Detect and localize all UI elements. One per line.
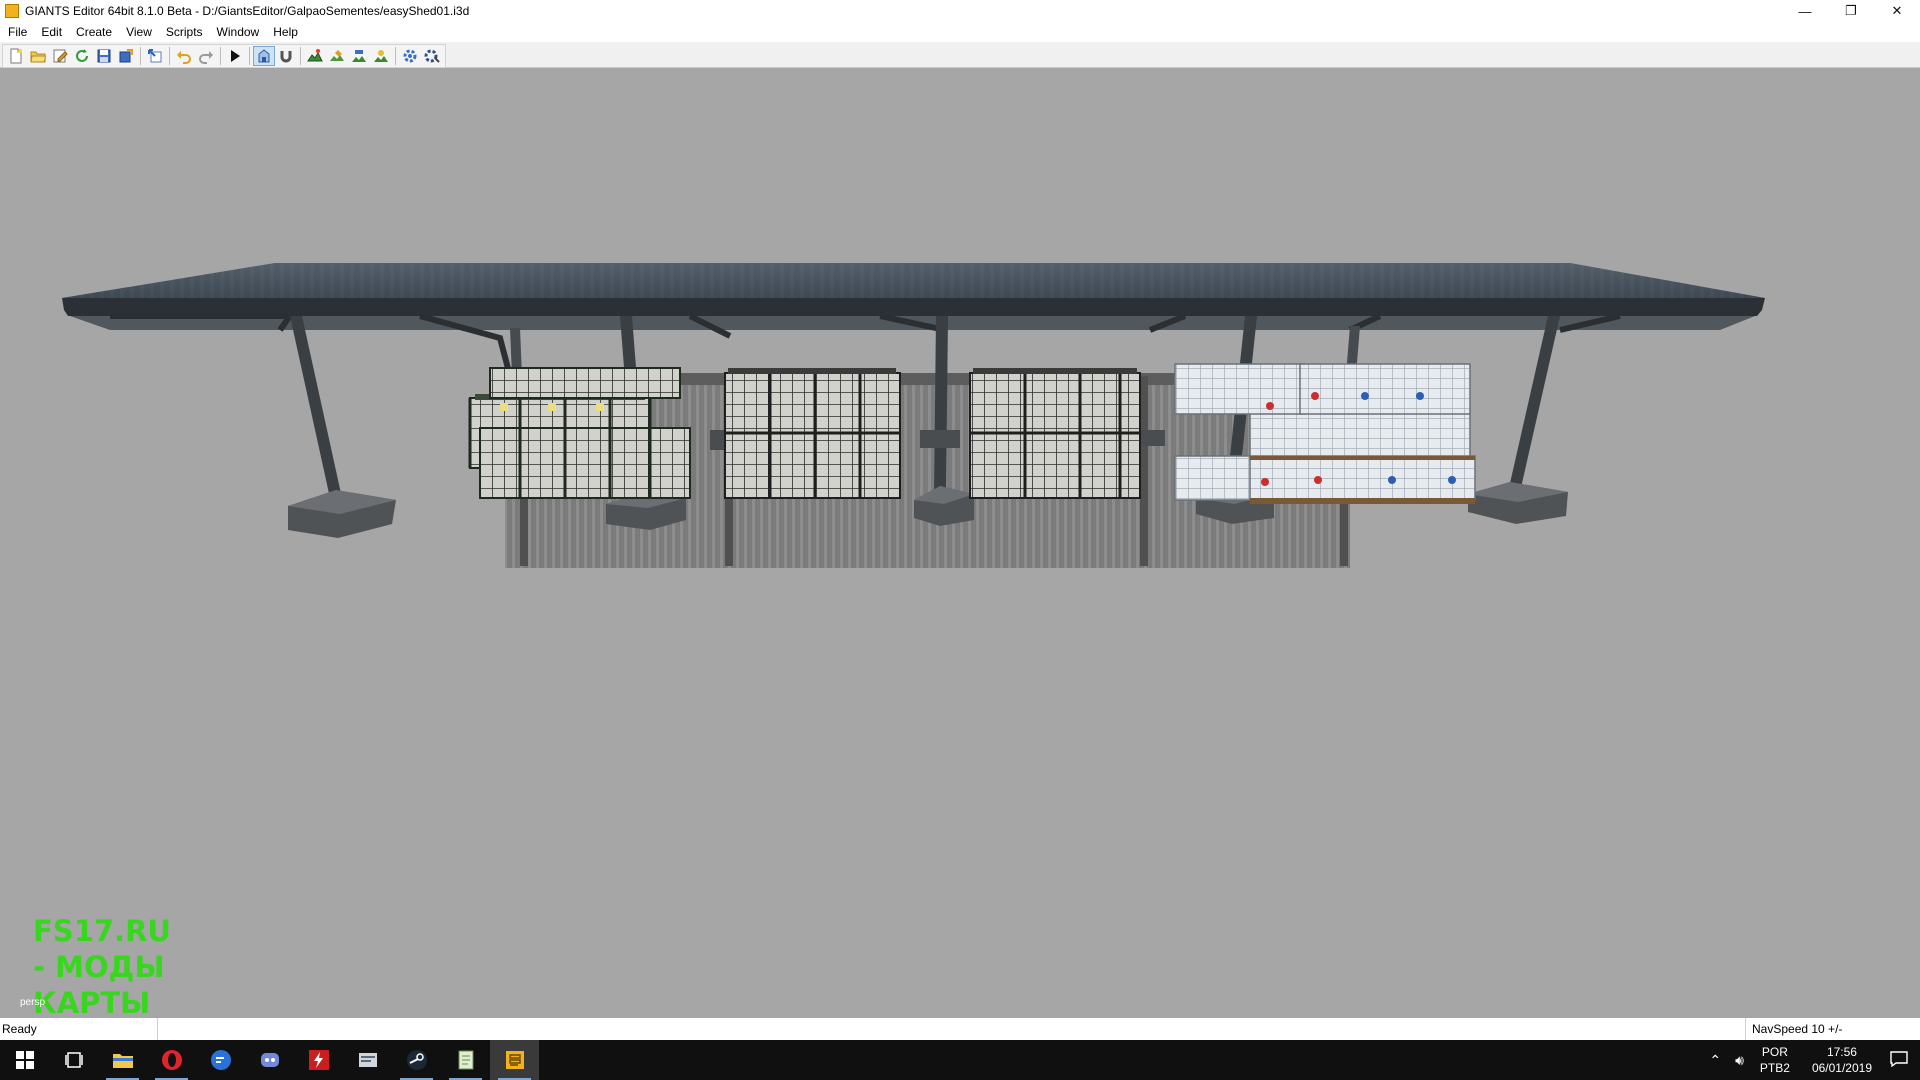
restore-button[interactable]: ❐ <box>1828 0 1874 22</box>
flash-icon[interactable] <box>294 1040 343 1080</box>
menu-scripts[interactable]: Scripts <box>159 22 210 42</box>
clock-date: 06/01/2019 <box>1811 1061 1872 1075</box>
toolbar <box>0 42 1920 68</box>
foliage-icon[interactable] <box>348 46 370 66</box>
giants-app-icon <box>5 4 19 18</box>
3d-viewport[interactable]: FS17.RU - МОДЫ КАРТЫ persp <box>0 68 1920 1018</box>
window-controls: — ❐ ✕ <box>1782 0 1920 22</box>
notepad-icon[interactable] <box>441 1040 490 1080</box>
watermark-line-2: - МОДЫ <box>33 950 165 984</box>
toolbar-separator <box>300 47 301 65</box>
refresh-icon[interactable] <box>71 46 93 66</box>
watermark-line-1: FS17.RU <box>33 914 171 948</box>
system-tray: ⌃ 🔊︎ POR PTB2 17:56 06/01/2019 <box>1701 1040 1920 1080</box>
save-icon[interactable] <box>93 46 115 66</box>
magnet-icon[interactable] <box>275 46 297 66</box>
language-code: POR <box>1761 1045 1788 1059</box>
clock[interactable]: 17:56 06/01/2019 <box>1812 1044 1872 1076</box>
placement-icon[interactable] <box>370 46 392 66</box>
menu-file[interactable]: File <box>0 22 34 42</box>
steam-icon[interactable] <box>392 1040 441 1080</box>
menu-window[interactable]: Window <box>210 22 267 42</box>
new-icon[interactable] <box>5 46 27 66</box>
settings-icon[interactable] <box>399 46 421 66</box>
file-explorer-icon[interactable] <box>98 1040 147 1080</box>
redo-icon[interactable] <box>195 46 217 66</box>
shed-scene <box>62 263 1765 568</box>
toolbar-separator <box>395 47 396 65</box>
toolbar-separator <box>220 47 221 65</box>
menu-create[interactable]: Create <box>69 22 119 42</box>
window-title: GIANTS Editor 64bit 8.1.0 Beta - D:/Gian… <box>25 4 470 18</box>
import-icon[interactable] <box>144 46 166 66</box>
play-icon[interactable] <box>224 46 246 66</box>
camera-label: persp <box>20 997 46 1008</box>
messenger-icon[interactable] <box>196 1040 245 1080</box>
plugin-icon[interactable] <box>421 46 443 66</box>
watermark-line-3: КАРТЫ <box>33 986 151 1018</box>
nav-speed-indicator: NavSpeed 10 +/- <box>1745 1018 1920 1040</box>
close-button[interactable]: ✕ <box>1874 0 1920 22</box>
giants-editor-icon[interactable] <box>490 1040 539 1080</box>
task-view-icon[interactable] <box>49 1040 98 1080</box>
discord-icon[interactable] <box>245 1040 294 1080</box>
edit-icon[interactable] <box>49 46 71 66</box>
open-icon[interactable] <box>27 46 49 66</box>
roof <box>62 263 1765 377</box>
paint-icon[interactable] <box>326 46 348 66</box>
volume-icon[interactable]: 🔊︎ <box>1735 1052 1744 1069</box>
status-text: Ready <box>0 1018 158 1040</box>
select-icon[interactable] <box>253 46 275 66</box>
opera-icon[interactable] <box>147 1040 196 1080</box>
seed-crates-group-1 <box>468 367 691 499</box>
toolbar-group <box>2 44 446 68</box>
terrain-icon[interactable] <box>304 46 326 66</box>
chevron-up-icon[interactable]: ⌃ <box>1709 1052 1721 1069</box>
toolbar-separator <box>249 47 250 65</box>
giants-scripts-icon[interactable] <box>343 1040 392 1080</box>
toolbar-separator <box>140 47 141 65</box>
status-bar: Ready NavSpeed 10 +/- <box>0 1018 1920 1040</box>
windows-taskbar: ⌃ 🔊︎ POR PTB2 17:56 06/01/2019 <box>0 1040 1920 1080</box>
start-icon[interactable] <box>0 1040 49 1080</box>
notification-icon[interactable] <box>1890 1050 1908 1070</box>
toolbar-separator <box>169 47 170 65</box>
menu-edit[interactable]: Edit <box>34 22 69 42</box>
title-bar: GIANTS Editor 64bit 8.1.0 Beta - D:/Gian… <box>0 0 1920 22</box>
watermark-text: FS17.RU - МОДЫ КАРТЫ <box>33 913 171 1018</box>
seed-crates-group-3 <box>969 368 1141 499</box>
menu-view[interactable]: View <box>119 22 159 42</box>
clock-time: 17:56 <box>1826 1045 1857 1059</box>
input-language[interactable]: POR PTB2 <box>1760 1044 1790 1076</box>
export-icon[interactable] <box>115 46 137 66</box>
menu-bar: File Edit Create View Scripts Window Hel… <box>0 22 1920 42</box>
seed-crates-group-2 <box>724 368 901 499</box>
undo-icon[interactable] <box>173 46 195 66</box>
keyboard-layout: PTB2 <box>1759 1061 1790 1075</box>
menu-help[interactable]: Help <box>266 22 305 42</box>
minimize-button[interactable]: — <box>1782 0 1828 22</box>
